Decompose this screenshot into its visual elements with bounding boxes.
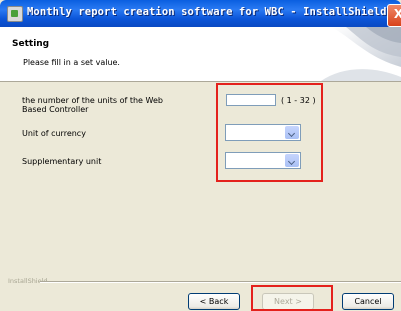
back-button[interactable]: < Back: [188, 293, 240, 310]
footer-divider: [40, 281, 401, 283]
window-title: Monthly report creation software for WBC…: [27, 6, 401, 18]
close-button[interactable]: X: [387, 4, 401, 27]
highlight-box-next: [251, 285, 333, 311]
currency-label: Unit of currency: [22, 129, 86, 138]
supplementary-label: Supplementary unit: [22, 157, 102, 166]
header-graphic-icon: [321, 27, 401, 81]
page-title: Setting: [12, 39, 50, 49]
page-subtitle: Please fill in a set value.: [23, 58, 120, 67]
installer-icon: [7, 6, 23, 22]
installer-window: Monthly report creation software for WBC…: [0, 0, 401, 311]
units-label: the number of the units of the Web Based…: [22, 96, 163, 114]
title-bar[interactable]: Monthly report creation software for WBC…: [0, 0, 401, 27]
cancel-button[interactable]: Cancel: [342, 293, 394, 310]
header-banner: Setting Please fill in a set value.: [0, 27, 401, 82]
highlight-box-fields: [216, 83, 323, 182]
